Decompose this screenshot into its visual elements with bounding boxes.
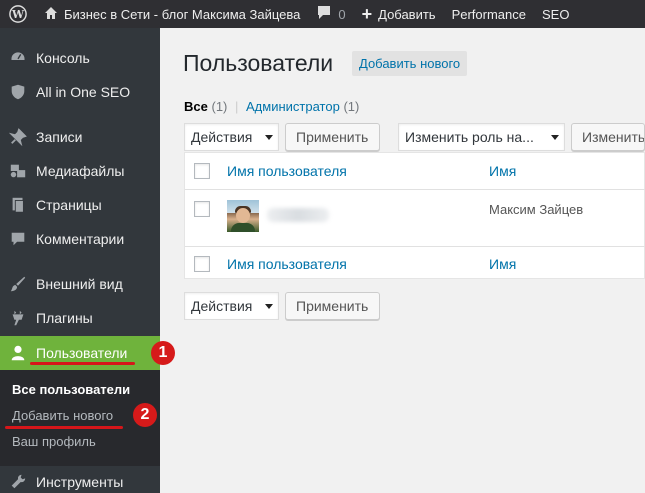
sidebar-item-label: Пользователи <box>36 345 128 361</box>
apply-button-top[interactable]: Применить <box>285 123 380 151</box>
sidebar-item-label: Внешний вид <box>36 276 123 292</box>
pin-icon <box>0 128 36 146</box>
filter-separator: | <box>235 99 239 114</box>
select-all-checkbox-footer[interactable] <box>194 256 210 272</box>
select-all-checkbox[interactable] <box>194 163 210 179</box>
dashboard-icon <box>0 49 36 67</box>
sidebar-item-console[interactable]: Консоль <box>0 41 160 75</box>
add-new-link[interactable]: + Добавить <box>354 0 444 28</box>
sidebar-item-all-in-one-seo[interactable]: All in One SEO <box>0 75 160 109</box>
apply-button-bottom[interactable]: Применить <box>285 292 380 320</box>
annotation-underline-1 <box>30 362 135 365</box>
table-footer-row: Имя пользователя Имя <box>185 246 645 279</box>
column-username-header[interactable]: Имя пользователя <box>227 163 347 179</box>
annotation-badge-2: 2 <box>133 403 157 427</box>
plus-icon: + <box>361 4 373 24</box>
annotation-underline-2 <box>5 426 123 429</box>
sidebar-item-pages[interactable]: Страницы <box>0 188 160 222</box>
media-icon <box>0 162 36 180</box>
change-role-value: Изменить роль на... <box>405 129 534 145</box>
user-icon <box>0 344 36 362</box>
row-checkbox[interactable] <box>194 201 210 217</box>
filter-all-count: (1) <box>211 99 228 114</box>
sidebar-item-tools[interactable]: Инструменты <box>0 465 160 493</box>
chevron-down-icon <box>265 304 273 309</box>
shield-icon <box>0 83 36 101</box>
home-icon <box>44 6 58 23</box>
column-name-header[interactable]: Имя <box>489 163 516 179</box>
table-header-row: Имя пользователя Имя <box>185 153 645 190</box>
sidebar-item-label: Консоль <box>36 50 90 66</box>
column-name-footer[interactable]: Имя <box>489 256 516 272</box>
filter-admin-count: (1) <box>343 99 360 114</box>
sidebar-item-label: All in One SEO <box>36 84 131 100</box>
sidebar-item-appearance[interactable]: Внешний вид <box>0 267 160 301</box>
user-full-name: Максим Зайцев <box>489 202 584 217</box>
sidebar-item-label: Медиафайлы <box>36 163 125 179</box>
comment-count: 0 <box>338 6 346 22</box>
submenu-your-profile[interactable]: Ваш профиль <box>12 434 96 449</box>
plugin-icon <box>0 309 36 327</box>
sidebar-item-posts[interactable]: Записи <box>0 120 160 154</box>
chevron-down-icon <box>551 135 559 140</box>
sidebar-item-label: Записи <box>36 129 83 145</box>
site-name: Бизнес в Сети - блог Максима Зайцева <box>64 6 301 22</box>
bulk-actions-select-bottom[interactable]: Действия <box>184 292 279 320</box>
wrench-icon <box>0 473 36 491</box>
filter-all[interactable]: Все <box>184 99 208 114</box>
sidebar-item-label: Страницы <box>36 197 102 213</box>
blurred-username <box>267 208 329 222</box>
comment-icon <box>0 230 36 248</box>
bulk-actions-select-top[interactable]: Действия <box>184 123 279 151</box>
add-new-button[interactable]: Добавить нового <box>352 51 468 76</box>
seo-link[interactable]: SEO <box>534 0 577 28</box>
comment-bubble-icon <box>316 5 332 23</box>
comments-link[interactable]: 0 <box>308 0 353 28</box>
pages-icon <box>0 196 36 214</box>
brush-icon <box>0 275 36 293</box>
filter-administrator[interactable]: Администратор <box>246 99 340 114</box>
wordpress-logo-icon[interactable]: W <box>0 0 36 28</box>
sidebar-item-label: Плагины <box>36 310 93 326</box>
main-content: Пользователи Добавить нового Все (1) | А… <box>160 28 645 493</box>
chevron-down-icon <box>265 135 273 140</box>
avatar <box>227 200 259 232</box>
page-title: Пользователи <box>183 50 334 76</box>
admin-bar: W Бизнес в Сети - блог Максима Зайцева 0… <box>0 0 645 28</box>
sidebar-item-plugins[interactable]: Плагины <box>0 301 160 335</box>
sidebar-item-media[interactable]: Медиафайлы <box>0 154 160 188</box>
submenu-add-new[interactable]: Добавить нового <box>12 408 113 423</box>
add-new-label: Добавить <box>378 6 436 22</box>
column-username-footer[interactable]: Имя пользователя <box>227 256 347 272</box>
bulk-actions-value: Действия <box>191 298 253 314</box>
site-name-link[interactable]: Бизнес в Сети - блог Максима Зайцева <box>36 0 308 28</box>
table-row: Максим Зайцев <box>185 190 645 246</box>
users-table: Имя пользователя Имя Максим Зайцев Имя п… <box>184 152 645 279</box>
change-role-button[interactable]: Изменить <box>571 123 645 151</box>
change-role-select[interactable]: Изменить роль на... <box>398 123 565 151</box>
performance-link[interactable]: Performance <box>444 0 534 28</box>
bulk-actions-value: Действия <box>191 129 253 145</box>
submenu-all-users[interactable]: Все пользователи <box>12 382 130 397</box>
sidebar-item-comments[interactable]: Комментарии <box>0 222 160 256</box>
sidebar-item-label: Комментарии <box>36 231 125 247</box>
user-role-filters: Все (1) | Администратор (1) <box>184 99 359 114</box>
svg-text:W: W <box>11 8 25 21</box>
sidebar-item-label: Инструменты <box>36 474 124 490</box>
